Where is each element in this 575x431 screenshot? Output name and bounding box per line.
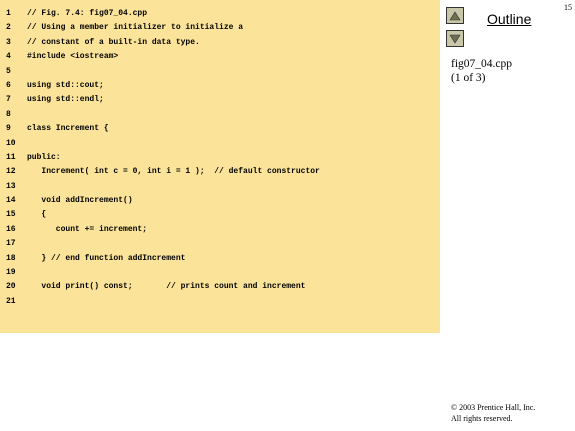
code-text: class Increment { xyxy=(27,124,109,134)
line-number: 9 xyxy=(6,124,11,134)
line-number: 2 xyxy=(6,23,11,33)
slide-page: 1 // Fig. 7.4: fig07_04.cpp 2 // Using a me… xyxy=(0,0,575,431)
code-text: count += increment; xyxy=(27,224,148,234)
line-number: 6 xyxy=(6,80,11,90)
code-text: } // end function addIncrement xyxy=(27,253,186,263)
line-number: 13 xyxy=(6,181,16,191)
code-text: void print() const; // prints count and … xyxy=(27,282,306,292)
code-text: #include <iostream> xyxy=(27,52,119,62)
file-caption: fig07_04.cpp (1 of 3) xyxy=(451,57,512,85)
code-line: 21 xyxy=(0,295,440,309)
code-line: 6 using std::cout; xyxy=(0,79,440,93)
code-text: using std::endl; xyxy=(27,95,104,105)
line-number: 18 xyxy=(6,253,16,263)
line-number: 21 xyxy=(6,296,16,306)
code-line: 4 #include <iostream> xyxy=(0,50,440,64)
line-number: 19 xyxy=(6,268,16,278)
code-line: 8 xyxy=(0,108,440,122)
code-line: 18 } // end function addIncrement xyxy=(0,252,440,266)
code-line: 13 xyxy=(0,180,440,194)
code-line: 11 public: xyxy=(0,151,440,165)
file-name: fig07_04.cpp xyxy=(451,58,513,70)
code-line: 3 // constant of a built-in data type. xyxy=(0,36,440,50)
code-line: 12 Increment( int c = 0, int i = 1 ); //… xyxy=(0,165,440,179)
code-line: 20 void print() const; // prints count a… xyxy=(0,280,440,294)
code-line: 15 { xyxy=(0,208,440,222)
code-text: void addIncrement() xyxy=(27,196,133,206)
copyright-notice: © 2003 Prentice Hall, Inc. All rights re… xyxy=(451,402,535,424)
line-number: 3 xyxy=(6,37,11,47)
line-number: 20 xyxy=(6,282,16,292)
code-line: 9 class Increment { xyxy=(0,122,440,136)
line-number: 11 xyxy=(6,152,16,162)
code-lines: 1 // Fig. 7.4: fig07_04.cpp 2 // Using a me… xyxy=(0,7,440,309)
code-text: // Using a member initializer to initial… xyxy=(27,23,244,33)
previous-slide-button[interactable] xyxy=(446,7,464,24)
code-text: // constant of a built-in data type. xyxy=(27,37,200,47)
code-line: 7 using std::endl; xyxy=(0,93,440,107)
line-number: 12 xyxy=(6,167,16,177)
code-text: { xyxy=(27,210,47,220)
code-text: using std::cout; xyxy=(27,80,104,90)
code-line: 1 // Fig. 7.4: fig07_04.cpp xyxy=(0,7,440,21)
code-line: 5 xyxy=(0,65,440,79)
triangle-down-icon xyxy=(449,34,461,44)
code-text: Increment( int c = 0, int i = 1 ); // de… xyxy=(27,167,320,177)
code-line: 19 xyxy=(0,266,440,280)
code-line: 16 count += increment; xyxy=(0,223,440,237)
line-number: 14 xyxy=(6,196,16,206)
code-line: 17 xyxy=(0,237,440,251)
file-page-range: (1 of 3) xyxy=(451,72,486,84)
line-number: 15 xyxy=(6,210,16,220)
code-line: 14 void addIncrement() xyxy=(0,194,440,208)
line-number: 7 xyxy=(6,95,11,105)
next-slide-button[interactable] xyxy=(446,30,464,47)
line-number: 16 xyxy=(6,224,16,234)
line-number: 10 xyxy=(6,138,16,148)
line-number: 4 xyxy=(6,52,11,62)
page-number: 15 xyxy=(564,3,572,12)
line-number: 17 xyxy=(6,239,16,249)
code-line: 10 xyxy=(0,137,440,151)
triangle-up-icon xyxy=(449,10,461,20)
copyright-line-1: © 2003 Prentice Hall, Inc. xyxy=(451,403,536,412)
line-number: 8 xyxy=(6,109,11,119)
outline-link[interactable]: Outline xyxy=(487,11,531,27)
code-text: // Fig. 7.4: fig07_04.cpp xyxy=(27,9,148,18)
code-text: public: xyxy=(27,152,61,162)
code-line: 2 // Using a member initializer to initia… xyxy=(0,21,440,35)
line-number: 5 xyxy=(6,66,11,76)
line-number: 1 xyxy=(6,9,11,18)
copyright-line-2: All rights reserved. xyxy=(451,414,513,423)
code-listing-panel: 1 // Fig. 7.4: fig07_04.cpp 2 // Using a me… xyxy=(0,0,440,333)
